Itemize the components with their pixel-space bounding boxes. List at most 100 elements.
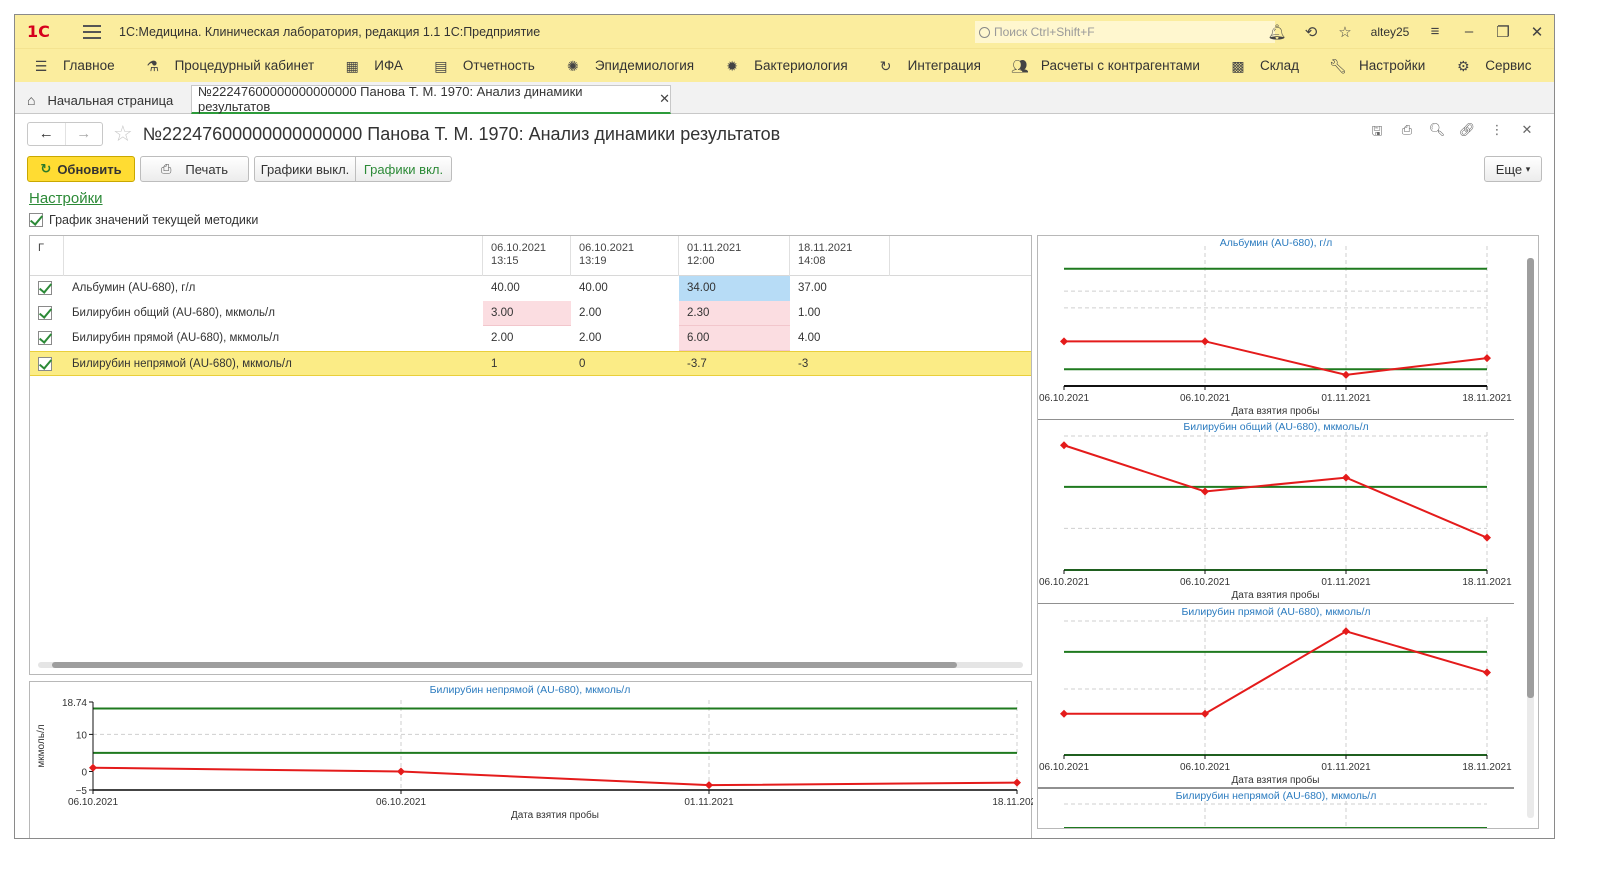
refresh-button[interactable]: ↻ Обновить	[27, 156, 135, 182]
row-checkbox[interactable]	[38, 357, 52, 371]
result-cell-abnormal[interactable]: 6.00	[679, 326, 790, 351]
table-row[interactable]: Билирубин общий (AU-680), мкмоль/л 3.00 …	[30, 301, 1031, 326]
link-icon[interactable]: 🔗︎	[1452, 122, 1482, 144]
bell-icon[interactable]: 🔔︎	[1260, 23, 1294, 41]
column-header-date[interactable]: 06.10.2021 13:19	[571, 236, 679, 276]
menu-item-reports[interactable]: ▤ Отчетность	[415, 49, 547, 83]
data-point	[1060, 337, 1068, 346]
search-icon	[979, 26, 990, 38]
current-method-chart-toggle[interactable]: График значений текущей методики	[29, 213, 258, 227]
result-cell-abnormal[interactable]: 2.30	[679, 301, 790, 326]
menu-item-bacteriology[interactable]: ✹ Бактериология	[706, 49, 860, 83]
current-user[interactable]: altey25	[1362, 25, 1418, 39]
preview-icon[interactable]: 🔍︎	[1422, 122, 1452, 144]
result-cell[interactable]: 0	[571, 352, 679, 377]
result-cell-abnormal[interactable]: 3.00	[483, 301, 571, 326]
close-form-icon[interactable]: ✕	[1512, 122, 1542, 144]
horizontal-scrollbar[interactable]	[38, 662, 1023, 668]
x-tick-label: 06.10.2021	[1039, 577, 1089, 588]
back-arrow-icon[interactable]: ←	[28, 123, 65, 145]
x-axis-label: Дата взятия пробы	[1232, 405, 1320, 417]
result-cell[interactable]: 40.00	[571, 276, 679, 301]
x-tick-label: 06.10.2021	[376, 797, 426, 808]
chevron-down-icon: ▾	[1525, 163, 1531, 174]
chart-title: Билирубин прямой (AU-680), мкмоль/л	[1181, 606, 1370, 618]
minimize-icon[interactable]: –	[1452, 23, 1486, 40]
charts-off-button[interactable]: Графики выкл.	[254, 156, 356, 182]
global-search-input[interactable]: Поиск Ctrl+Shift+F	[975, 21, 1275, 43]
column-header-date[interactable]: 01.11.2021 12:00	[679, 236, 790, 276]
result-cell[interactable]: 2.00	[571, 326, 679, 351]
grid-icon: ▦	[345, 57, 359, 74]
column-header-flag[interactable]: Г	[30, 236, 64, 276]
menu-item-epidemiology[interactable]: ✺ Эпидемиология	[547, 49, 706, 83]
forward-arrow-icon[interactable]: →	[64, 123, 103, 145]
menu-item-settlements[interactable]: 👥︎ Расчеты с контрагентами	[993, 49, 1212, 83]
main-menu-icon[interactable]	[83, 24, 101, 39]
data-point	[1342, 627, 1350, 636]
result-cell[interactable]: 4.00	[790, 326, 890, 351]
table-row-selected[interactable]: Билирубин непрямой (AU-680), мкмоль/л 1 …	[30, 351, 1031, 376]
print-button[interactable]: ⎙ Печать	[140, 156, 249, 182]
x-tick-label: 18.11.2021	[992, 797, 1033, 808]
bacteria-icon: ✹	[726, 57, 738, 74]
result-cell[interactable]: 2.00	[483, 326, 571, 351]
menu-item-ifa[interactable]: ▦ ИФА	[326, 49, 415, 83]
close-window-icon[interactable]: ✕	[1520, 23, 1554, 41]
printer-icon[interactable]: ⎙	[1392, 122, 1422, 144]
menu-item-procedure-room[interactable]: ⚗ Процедурный кабинет	[127, 49, 327, 83]
favorite-star-icon[interactable]: ☆	[113, 121, 133, 147]
row-checkbox[interactable]	[38, 306, 52, 320]
row-checkbox[interactable]	[38, 281, 52, 295]
x-tick-label: 01.11.2021	[1321, 393, 1371, 404]
settings-link[interactable]: Настройки	[29, 190, 103, 207]
menu-item-service[interactable]: ⚙ Сервис	[1437, 49, 1543, 83]
checkbox[interactable]	[29, 213, 43, 227]
column-header-test[interactable]	[64, 236, 483, 276]
restore-icon[interactable]: ❐	[1486, 23, 1520, 41]
result-cell[interactable]: 2.00	[571, 301, 679, 326]
table-row[interactable]: Альбумин (AU-680), г/л 40.00 40.00 34.00…	[30, 276, 1031, 301]
menu-item-integration[interactable]: ↻ Интеграция	[860, 49, 993, 83]
test-name: Билирубин непрямой (AU-680), мкмоль/л	[72, 358, 292, 370]
wrench-icon: 🔧︎	[1329, 57, 1347, 74]
x-tick-label: 01.11.2021	[1321, 762, 1371, 773]
tab-analysis[interactable]: №22247600000000000000 Панова Т. М. 1970:…	[191, 84, 671, 114]
tab-home[interactable]: ⌂ Начальная страница	[21, 86, 179, 114]
charts-on-button[interactable]: Графики вкл.	[356, 156, 452, 182]
result-cell[interactable]: 40.00	[483, 276, 571, 301]
result-cell[interactable]: -3.7	[679, 352, 790, 377]
app-title: 1С:Медицина. Клиническая лаборатория, ре…	[119, 24, 541, 39]
history-icon[interactable]: ⟲	[1294, 23, 1328, 41]
data-point	[1483, 533, 1491, 542]
more-vertical-icon[interactable]: ⋮	[1482, 122, 1512, 144]
favorites-star-icon[interactable]: ☆	[1328, 23, 1362, 41]
more-button[interactable]: Еще ▾	[1484, 156, 1542, 182]
app-logo: 1С	[27, 21, 50, 41]
result-cell-selected[interactable]: 34.00	[679, 276, 790, 301]
x-tick-label: 18.11.2021	[1462, 393, 1512, 404]
x-tick-label: 18.11.2021	[1462, 577, 1512, 588]
column-header-date[interactable]: 18.11.2021 14:08	[790, 236, 890, 276]
menu-item-warehouse[interactable]: ▩ Склад	[1212, 49, 1311, 83]
row-checkbox[interactable]	[38, 331, 52, 345]
column-header-date[interactable]: 06.10.2021 13:15	[483, 236, 571, 276]
title-bar: 1С 1С:Медицина. Клиническая лаборатория,…	[15, 15, 1554, 48]
table-row[interactable]: Билирубин прямой (AU-680), мкмоль/л 2.00…	[30, 326, 1031, 351]
settings-menu-icon[interactable]: ≡	[1418, 23, 1452, 40]
x-tick-label: 06.10.2021	[1180, 393, 1230, 404]
data-point	[1060, 709, 1068, 718]
result-cell[interactable]: 1	[483, 352, 571, 377]
result-cell[interactable]: 1.00	[790, 301, 890, 326]
save-icon[interactable]: 🖫	[1362, 122, 1392, 144]
data-point	[1201, 709, 1209, 718]
result-cell[interactable]: 37.00	[790, 276, 890, 301]
menu-item-settings[interactable]: 🔧︎ Настройки	[1311, 49, 1437, 83]
menu-item-main[interactable]: ☰ Главное	[15, 49, 127, 83]
x-tick-label: 06.10.2021	[1039, 393, 1089, 404]
close-tab-icon[interactable]: ✕	[659, 91, 670, 107]
result-cell[interactable]: -3	[790, 352, 890, 377]
home-icon: ⌂	[27, 92, 36, 108]
vertical-scrollbar[interactable]	[1527, 258, 1534, 818]
x-tick-label: 06.10.2021	[68, 797, 118, 808]
